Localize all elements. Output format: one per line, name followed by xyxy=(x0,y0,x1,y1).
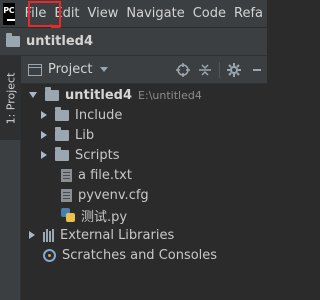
tree-item-label: pyvenv.cfg xyxy=(78,187,149,203)
collapsed-arrow-icon[interactable] xyxy=(41,111,47,119)
breadcrumb-project[interactable]: untitled4 xyxy=(26,34,93,49)
tree-item-lib[interactable]: Lib xyxy=(41,125,94,145)
collapsed-arrow-icon[interactable] xyxy=(41,151,47,159)
crosshair-icon[interactable] xyxy=(172,59,194,81)
python-file-icon xyxy=(61,208,75,222)
tree-item-label: Include xyxy=(75,107,123,123)
tree-item-label: a file.txt xyxy=(78,167,132,183)
tree-root-path: E:\untitled4 xyxy=(138,88,202,102)
tree-item-label: Scripts xyxy=(75,147,120,163)
project-panel-header: Project xyxy=(21,56,267,84)
folder-icon xyxy=(55,126,69,141)
tree-item-file-txt[interactable]: a file.txt xyxy=(61,165,132,185)
expand-arrow-icon[interactable] xyxy=(29,92,37,98)
folder-icon xyxy=(55,146,69,161)
project-view-icon xyxy=(28,63,42,76)
toolbar-divider xyxy=(219,62,220,78)
tree-item-label: Lib xyxy=(75,127,95,143)
tree-item-label: External Libraries xyxy=(60,227,175,243)
navigation-bar: untitled4 xyxy=(0,28,267,56)
tree-item-python-file[interactable]: 测试.py xyxy=(61,205,127,225)
collapse-icon[interactable] xyxy=(194,59,216,81)
tree-root-label: untitled4 xyxy=(65,87,133,103)
tool-window-stripe: 1: Project xyxy=(0,56,21,300)
gear-icon[interactable] xyxy=(223,59,245,81)
folder-icon xyxy=(6,33,20,47)
text-file-icon xyxy=(61,168,72,182)
collapsed-arrow-icon[interactable] xyxy=(41,131,47,139)
tree-item-include[interactable]: Include xyxy=(41,105,122,125)
hide-icon[interactable] xyxy=(245,59,267,81)
menu-code[interactable]: Code xyxy=(189,0,230,28)
config-file-icon xyxy=(61,188,72,202)
tree-item-scratches[interactable]: Scratches and Consoles xyxy=(43,245,217,265)
menu-refactor[interactable]: Refa xyxy=(230,0,267,28)
project-view-selector[interactable]: Project xyxy=(48,62,92,77)
tree-item-label: 测试.py xyxy=(81,209,128,225)
project-tool-tab-label: 1: Project xyxy=(4,72,17,124)
tree-root[interactable]: untitled4 E:\untitled4 xyxy=(29,85,202,105)
folder-icon xyxy=(45,86,59,101)
tree-item-label: Scratches and Consoles xyxy=(62,247,218,263)
project-tool-tab[interactable]: 1: Project xyxy=(0,56,21,140)
tree-item-external-libraries[interactable]: External Libraries xyxy=(29,225,174,245)
menu-navigate[interactable]: Navigate xyxy=(122,0,188,28)
scratches-icon xyxy=(43,248,56,262)
collapsed-arrow-icon[interactable] xyxy=(29,231,35,239)
folder-icon xyxy=(55,106,69,121)
menu-view[interactable]: View xyxy=(84,0,123,28)
tree-item-pyvenv[interactable]: pyvenv.cfg xyxy=(61,185,149,205)
tree-item-scripts[interactable]: Scripts xyxy=(41,145,119,165)
project-tree: untitled4 E:\untitled4 Include Lib Scrip… xyxy=(21,85,267,300)
app-logo-icon: PC xyxy=(3,2,15,25)
chevron-down-icon[interactable] xyxy=(100,67,109,72)
library-icon xyxy=(43,228,54,242)
